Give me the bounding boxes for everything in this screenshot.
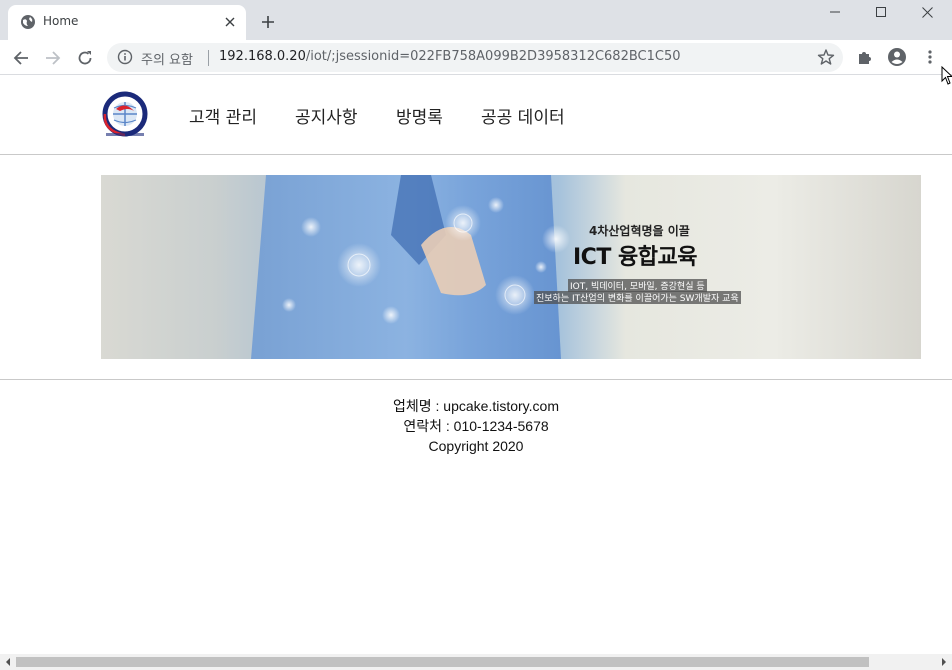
- banner-kicker: 4차산업혁명을 이끌: [589, 224, 690, 238]
- extensions-icon[interactable]: [855, 47, 875, 67]
- banner-title: ICT 융합교육: [573, 245, 697, 270]
- scroll-left-icon[interactable]: [4, 658, 12, 666]
- close-icon[interactable]: [220, 12, 240, 32]
- reload-icon[interactable]: [71, 44, 99, 72]
- scroll-right-icon[interactable]: [940, 658, 948, 666]
- footer-copyright: Copyright 2020: [428, 438, 524, 454]
- url-text[interactable]: 192.168.0.20/iot/;jsessionid=022FB758A09…: [219, 49, 681, 64]
- profile-icon[interactable]: [887, 47, 907, 67]
- nav-guestbook[interactable]: 방명록: [396, 103, 443, 128]
- footer-company: 업체명 : upcake.tistory.com: [393, 398, 559, 414]
- site-header: 고객 관리 공지사항 방명록 공공 데이터: [0, 76, 952, 155]
- url-path: /iot/;jsessionid=022FB758A099B2D3958312C…: [305, 49, 681, 64]
- horizontal-scrollbar[interactable]: [0, 654, 952, 670]
- back-icon[interactable]: [7, 44, 35, 72]
- content-divider: [0, 379, 952, 380]
- forward-icon[interactable]: [39, 44, 67, 72]
- plus-icon[interactable]: [256, 10, 280, 34]
- nav-notices[interactable]: 공지사항: [295, 103, 358, 128]
- minimize-icon[interactable]: [812, 0, 858, 24]
- info-icon[interactable]: [117, 49, 133, 65]
- hero-banner: 4차산업혁명을 이끌 ICT 융합교육 IOT, 빅데이터, 모바일, 증강현실…: [101, 175, 921, 359]
- site-logo[interactable]: [98, 91, 154, 139]
- maximize-icon[interactable]: [858, 0, 904, 24]
- nav-public-data[interactable]: 공공 데이터: [481, 103, 565, 128]
- scrollbar-thumb[interactable]: [16, 657, 869, 667]
- security-warning-text[interactable]: 주의 요함: [141, 49, 193, 68]
- banner-illustration: [251, 175, 570, 359]
- nav-customer-management[interactable]: 고객 관리: [189, 103, 257, 128]
- browser-tab[interactable]: Home: [8, 5, 246, 40]
- globe-icon: [21, 15, 35, 29]
- tab-title: Home: [43, 14, 79, 28]
- footer-contact: 연락처 : 010-1234-5678: [403, 418, 549, 434]
- window-close-icon[interactable]: [904, 0, 950, 24]
- menu-icon[interactable]: [920, 47, 940, 67]
- omnibox-separator: [208, 50, 209, 66]
- address-bar[interactable]: 주의 요함 192.168.0.20/iot/;jsessionid=022FB…: [107, 43, 843, 72]
- browser-titlebar: Home: [0, 0, 952, 40]
- browser-toolbar: 주의 요함 192.168.0.20/iot/;jsessionid=022FB…: [0, 40, 952, 75]
- site-footer: 업체명 : upcake.tistory.com 연락처 : 010-1234-…: [0, 396, 952, 456]
- bookmark-star-icon[interactable]: [817, 48, 835, 66]
- url-host: 192.168.0.20: [219, 49, 306, 64]
- banner-subtitle-2: 진보하는 IT산업의 변화를 이끌어가는 SW개발자 교육: [534, 291, 741, 304]
